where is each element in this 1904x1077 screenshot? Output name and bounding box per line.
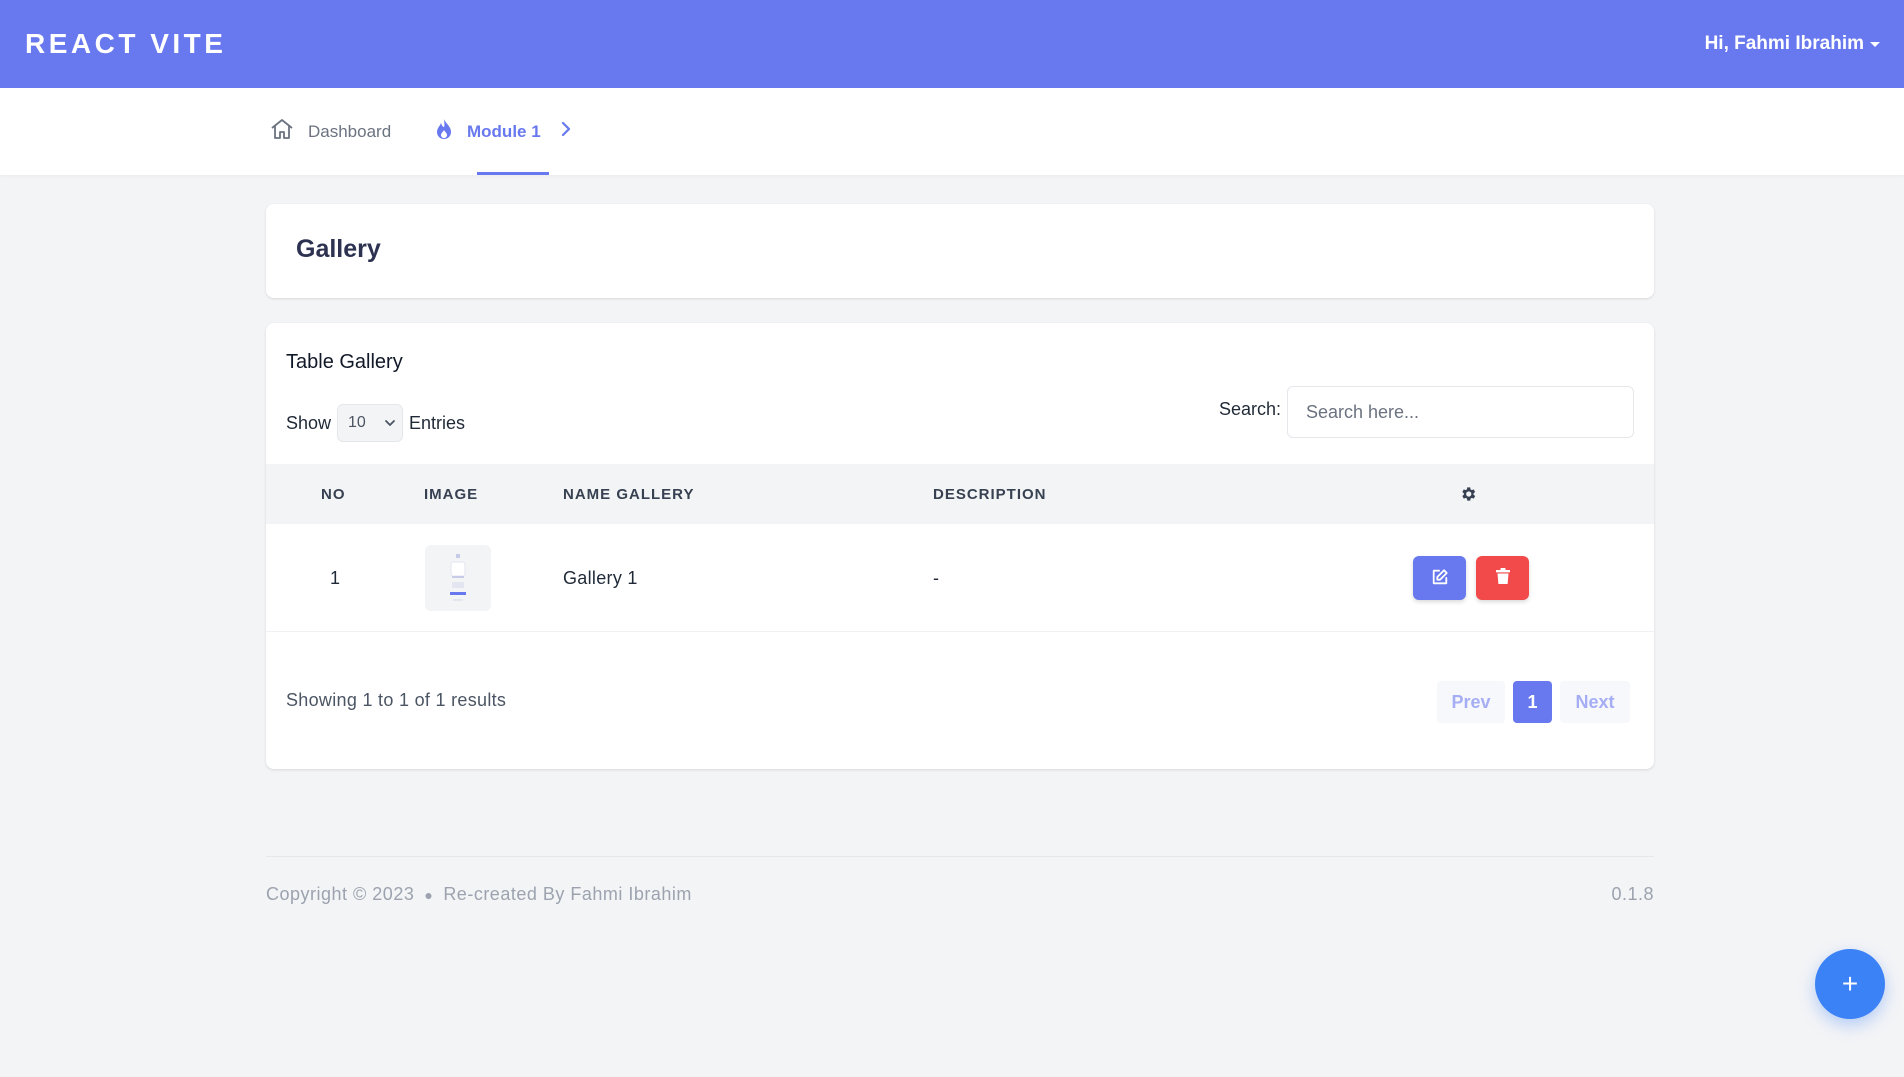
entries-control: Show 10 Entries — [286, 404, 465, 442]
fire-icon — [435, 118, 453, 145]
table-card: Table Gallery Show 10 Entries Search: NO… — [266, 323, 1654, 769]
pagination-summary: Showing 1 to 1 of 1 results — [286, 690, 507, 710]
footer: Copyright © 2023 ● Re-created By Fahmi Ibr… — [266, 884, 1654, 905]
version-text: 0.1.8 — [1611, 884, 1654, 904]
show-label: Show — [286, 412, 332, 433]
footer-left: Copyright © 2023 ● Re-created By Fahmi Ibr… — [266, 884, 692, 905]
column-header-no: NO — [321, 485, 346, 503]
add-button[interactable]: + — [1815, 949, 1885, 1019]
cell-image — [425, 524, 491, 632]
column-header-name: NAME GALLERY — [563, 485, 695, 503]
page-title-card: Gallery — [266, 204, 1654, 298]
edit-icon — [1431, 568, 1449, 589]
search-input[interactable] — [1287, 386, 1634, 438]
gear-icon — [1459, 464, 1477, 524]
column-header-image: IMAGE — [424, 485, 479, 503]
cell-description: - — [933, 567, 940, 588]
next-page-button[interactable]: Next — [1560, 681, 1630, 723]
table-row: 1 Gallery 1 - — [266, 524, 1654, 632]
active-tab-indicator — [477, 172, 549, 175]
home-icon — [270, 118, 294, 145]
search-control: Search: — [1219, 386, 1634, 438]
caret-down-icon — [1870, 41, 1880, 47]
brand-logo[interactable]: REACT VITE — [25, 28, 226, 60]
table-title: Table Gallery — [286, 351, 403, 373]
chevron-right-icon — [561, 120, 571, 143]
prev-page-button[interactable]: Prev — [1437, 681, 1505, 723]
user-greeting: Hi, Fahmi Ibrahim — [1704, 33, 1864, 54]
cell-no: 1 — [330, 567, 341, 588]
main-nav: Dashboard Module 1 — [0, 88, 1904, 175]
column-header-description: DESCRIPTION — [933, 485, 1047, 503]
entries-label: Entries — [409, 412, 466, 433]
cell-actions — [1413, 524, 1529, 632]
credit-text: Re-created By Fahmi Ibrahim — [443, 884, 692, 904]
nav-item-dashboard[interactable]: Dashboard — [270, 88, 391, 175]
table-header: NO IMAGE NAME GALLERY DESCRIPTION — [266, 464, 1654, 524]
gallery-thumbnail[interactable] — [425, 545, 491, 611]
footer-divider — [266, 856, 1654, 857]
copyright-text: Copyright © 2023 — [266, 884, 415, 904]
nav-item-label: Module 1 — [467, 121, 541, 141]
top-bar: REACT VITE Hi, Fahmi Ibrahim — [0, 0, 1904, 88]
entries-select[interactable]: 10 — [337, 404, 404, 442]
trash-icon — [1495, 568, 1510, 588]
edit-button[interactable] — [1413, 556, 1466, 600]
chevron-down-icon — [384, 414, 396, 432]
cell-name: Gallery 1 — [563, 567, 638, 588]
entries-value: 10 — [348, 414, 366, 431]
page-1-button[interactable]: 1 — [1513, 681, 1552, 723]
pagination: Prev 1 Next — [1437, 681, 1630, 723]
separator-dot: ● — [424, 887, 434, 903]
page-title: Gallery — [296, 235, 381, 263]
nav-item-module-1[interactable]: Module 1 — [435, 88, 571, 175]
delete-button[interactable] — [1476, 556, 1529, 600]
nav-item-label: Dashboard — [308, 121, 392, 141]
user-menu[interactable]: Hi, Fahmi Ibrahim — [1705, 33, 1880, 55]
search-label: Search: — [1218, 398, 1281, 419]
